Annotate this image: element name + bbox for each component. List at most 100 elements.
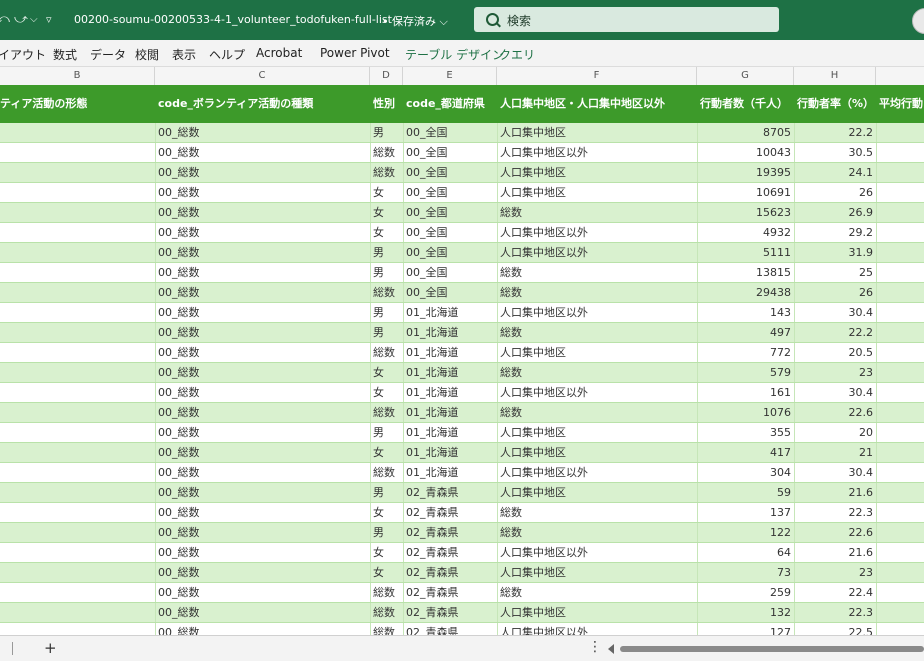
cell-h[interactable]: 21.6 xyxy=(797,483,874,503)
cell-g[interactable]: 10691 xyxy=(700,183,791,203)
column-header-i[interactable] xyxy=(876,67,924,85)
cell-c[interactable]: 00_総数 xyxy=(158,603,366,623)
cell-b[interactable] xyxy=(0,623,150,635)
cell-f[interactable]: 人口集中地区 xyxy=(500,603,694,623)
cell-d[interactable]: 女 xyxy=(373,443,403,463)
cell-f[interactable]: 総数 xyxy=(500,283,694,303)
cell-e[interactable]: 00_全国 xyxy=(406,143,494,163)
cell-d[interactable]: 総数 xyxy=(373,343,403,363)
avatar[interactable] xyxy=(912,8,924,34)
cell-h[interactable]: 22.6 xyxy=(797,403,874,423)
cell-h[interactable]: 22.5 xyxy=(797,623,874,635)
header-cell-i[interactable]: 平均行動 xyxy=(879,85,924,123)
header-cell-c[interactable]: code_ボランティア活動の種類 xyxy=(158,85,368,123)
cell-d[interactable]: 女 xyxy=(373,183,403,203)
cell-b[interactable] xyxy=(0,303,150,323)
cell-g[interactable]: 10043 xyxy=(700,143,791,163)
tab-view[interactable]: 表示 xyxy=(172,46,196,63)
cell-g[interactable]: 122 xyxy=(700,523,791,543)
cell-b[interactable] xyxy=(0,563,150,583)
column-header-e[interactable]: E xyxy=(403,67,497,85)
header-cell-d[interactable]: 性別 xyxy=(373,85,403,123)
cell-g[interactable]: 8705 xyxy=(700,123,791,143)
cell-c[interactable]: 00_総数 xyxy=(158,143,366,163)
cell-b[interactable] xyxy=(0,143,150,163)
cell-d[interactable]: 総数 xyxy=(373,163,403,183)
cell-f[interactable]: 総数 xyxy=(500,583,694,603)
cell-b[interactable] xyxy=(0,543,150,563)
cell-c[interactable]: 00_総数 xyxy=(158,283,366,303)
cell-h[interactable]: 21 xyxy=(797,443,873,463)
cell-h[interactable]: 30.5 xyxy=(797,143,874,163)
cell-g[interactable]: 29438 xyxy=(700,283,791,303)
cell-b[interactable] xyxy=(0,363,150,383)
cell-d[interactable]: 男 xyxy=(373,303,403,323)
cell-c[interactable]: 00_総数 xyxy=(158,123,366,143)
cell-h[interactable]: 23 xyxy=(797,563,873,583)
cell-c[interactable]: 00_総数 xyxy=(158,343,366,363)
cell-f[interactable]: 人口集中地区以外 xyxy=(500,243,694,263)
cell-e[interactable]: 02_青森県 xyxy=(406,503,494,523)
cell-h[interactable]: 21.6 xyxy=(797,543,874,563)
cell-g[interactable]: 59 xyxy=(700,483,791,503)
tab-page-layout[interactable]: イアウト xyxy=(0,46,46,63)
tab-power-pivot[interactable]: Power Pivot xyxy=(320,46,390,60)
cell-f[interactable]: 人口集中地区以外 xyxy=(500,463,694,483)
cell-e[interactable]: 01_北海道 xyxy=(406,403,494,423)
cell-c[interactable]: 00_総数 xyxy=(158,163,366,183)
redo-icon[interactable]: ⤻ xyxy=(14,12,28,27)
cell-e[interactable]: 00_全国 xyxy=(406,223,494,243)
cell-f[interactable]: 総数 xyxy=(500,403,694,423)
cell-g[interactable]: 137 xyxy=(700,503,791,523)
cell-b[interactable] xyxy=(0,383,150,403)
cell-h[interactable]: 20.5 xyxy=(797,343,874,363)
cell-e[interactable]: 02_青森県 xyxy=(406,583,494,603)
header-cell-g[interactable]: 行動者数（千人） xyxy=(700,85,793,123)
cell-d[interactable]: 男 xyxy=(373,243,403,263)
cell-g[interactable]: 259 xyxy=(700,583,791,603)
cell-g[interactable]: 1076 xyxy=(700,403,791,423)
cell-b[interactable] xyxy=(0,163,150,183)
cell-b[interactable] xyxy=(0,263,150,283)
cell-d[interactable]: 女 xyxy=(373,543,403,563)
cell-b[interactable] xyxy=(0,583,150,603)
cell-d[interactable]: 男 xyxy=(373,263,403,283)
cell-f[interactable]: 総数 xyxy=(500,203,694,223)
cell-h[interactable]: 26.9 xyxy=(797,203,874,223)
cell-f[interactable]: 人口集中地区以外 xyxy=(500,143,694,163)
cell-f[interactable]: 総数 xyxy=(500,503,694,523)
search-box[interactable]: 検索 xyxy=(474,7,779,32)
cell-h[interactable]: 30.4 xyxy=(797,383,874,403)
cell-d[interactable]: 男 xyxy=(373,323,403,343)
cell-h[interactable]: 30.4 xyxy=(797,303,874,323)
cell-d[interactable]: 女 xyxy=(373,503,403,523)
cell-h[interactable]: 26 xyxy=(797,283,873,303)
cell-b[interactable] xyxy=(0,503,150,523)
cell-b[interactable] xyxy=(0,523,150,543)
cell-b[interactable] xyxy=(0,423,150,443)
cell-b[interactable] xyxy=(0,323,150,343)
cell-e[interactable]: 01_北海道 xyxy=(406,363,494,383)
column-header-c[interactable]: C xyxy=(155,67,370,85)
cell-g[interactable]: 4932 xyxy=(700,223,791,243)
cell-g[interactable]: 355 xyxy=(700,423,791,443)
cell-b[interactable] xyxy=(0,223,150,243)
column-header-b[interactable]: B xyxy=(0,67,155,85)
cell-g[interactable]: 5111 xyxy=(700,243,791,263)
cell-e[interactable]: 02_青森県 xyxy=(406,543,494,563)
cell-d[interactable]: 総数 xyxy=(373,283,403,303)
cell-c[interactable]: 00_総数 xyxy=(158,323,366,343)
cell-e[interactable]: 01_北海道 xyxy=(406,463,494,483)
cell-f[interactable]: 人口集中地区 xyxy=(500,563,694,583)
undo-icon[interactable]: ⤺ xyxy=(0,12,10,27)
cell-c[interactable]: 00_総数 xyxy=(158,523,366,543)
cell-e[interactable]: 01_北海道 xyxy=(406,323,494,343)
cell-c[interactable]: 00_総数 xyxy=(158,483,366,503)
header-cell-h[interactable]: 行動者率（%） xyxy=(797,85,875,123)
cell-c[interactable]: 00_総数 xyxy=(158,183,366,203)
cell-e[interactable]: 01_北海道 xyxy=(406,443,494,463)
cell-h[interactable]: 22.3 xyxy=(797,503,874,523)
cell-g[interactable]: 143 xyxy=(700,303,791,323)
cell-b[interactable] xyxy=(0,123,150,143)
cell-c[interactable]: 00_総数 xyxy=(158,223,366,243)
